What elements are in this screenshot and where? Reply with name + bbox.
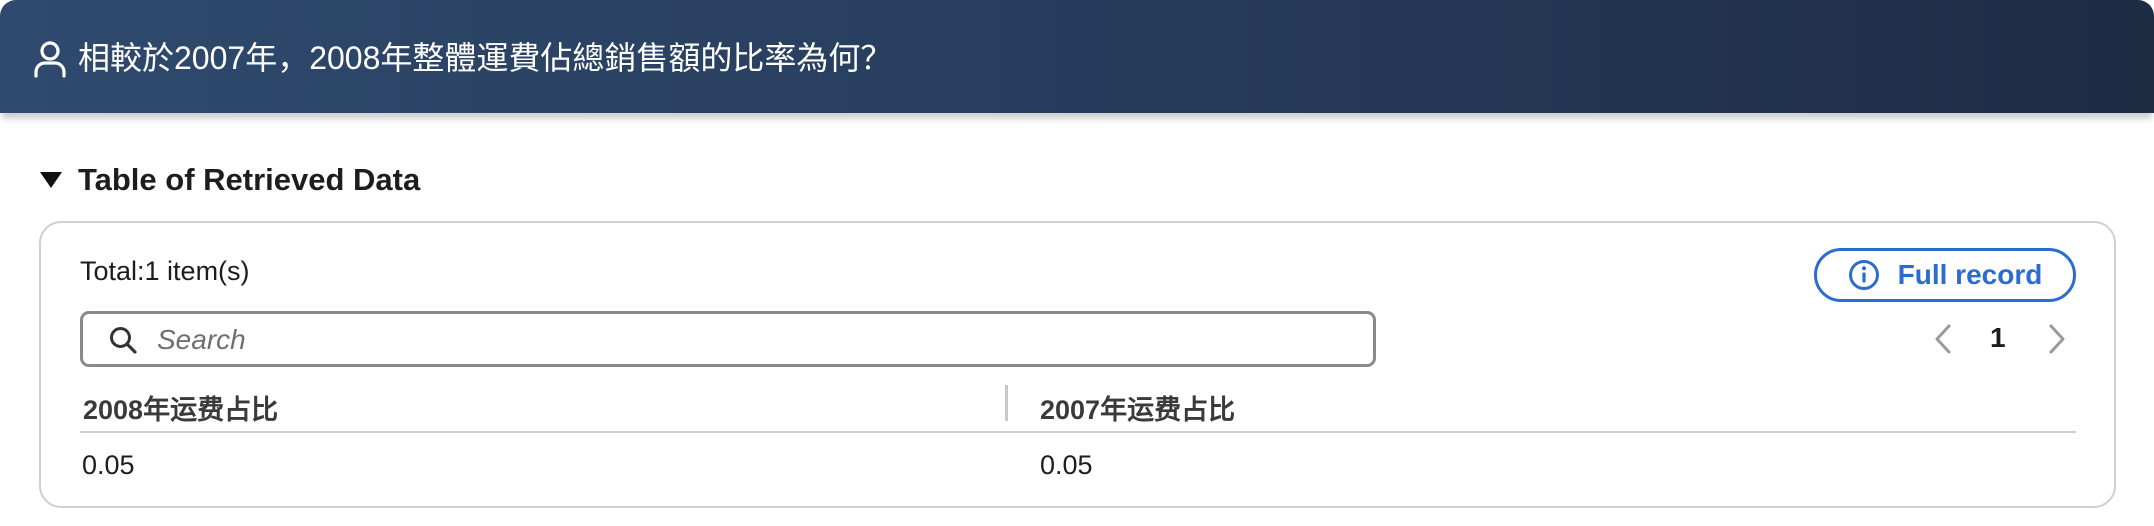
table-header-divider — [80, 431, 2076, 433]
search-box[interactable] — [80, 311, 1376, 367]
info-icon — [1848, 260, 1879, 290]
table-cell-2008: 0.05 — [82, 450, 135, 480]
pager-next-icon[interactable] — [2044, 320, 2070, 358]
full-record-label: Full record — [1897, 259, 2043, 290]
collapse-triangle-icon[interactable] — [40, 172, 62, 188]
table-cell-2007: 0.05 — [1040, 450, 1093, 480]
total-count: Total:1 item(s) — [80, 256, 250, 286]
question-text: 相較於2007年，2008年整體運費佔總銷售額的比率為何？ — [78, 40, 893, 76]
question-header: 相較於2007年，2008年整體運費佔總銷售額的比率為何？ — [0, 0, 2154, 113]
column-resize-handle[interactable] — [1005, 385, 1008, 421]
retrieved-data-toggle[interactable]: Table of Retrieved Data — [40, 160, 420, 200]
user-icon — [34, 41, 66, 78]
full-record-button[interactable]: Full record — [1814, 248, 2076, 302]
search-icon — [110, 327, 137, 354]
section-title: Table of Retrieved Data — [78, 162, 421, 197]
pager-current-page: 1 — [1990, 322, 2006, 353]
column-header-2008[interactable]: 2008年运费占比 — [83, 388, 278, 427]
pager-prev-icon[interactable] — [1930, 320, 1956, 358]
column-header-2007[interactable]: 2007年运费占比 — [1040, 388, 1235, 427]
search-input[interactable] — [155, 320, 1359, 360]
